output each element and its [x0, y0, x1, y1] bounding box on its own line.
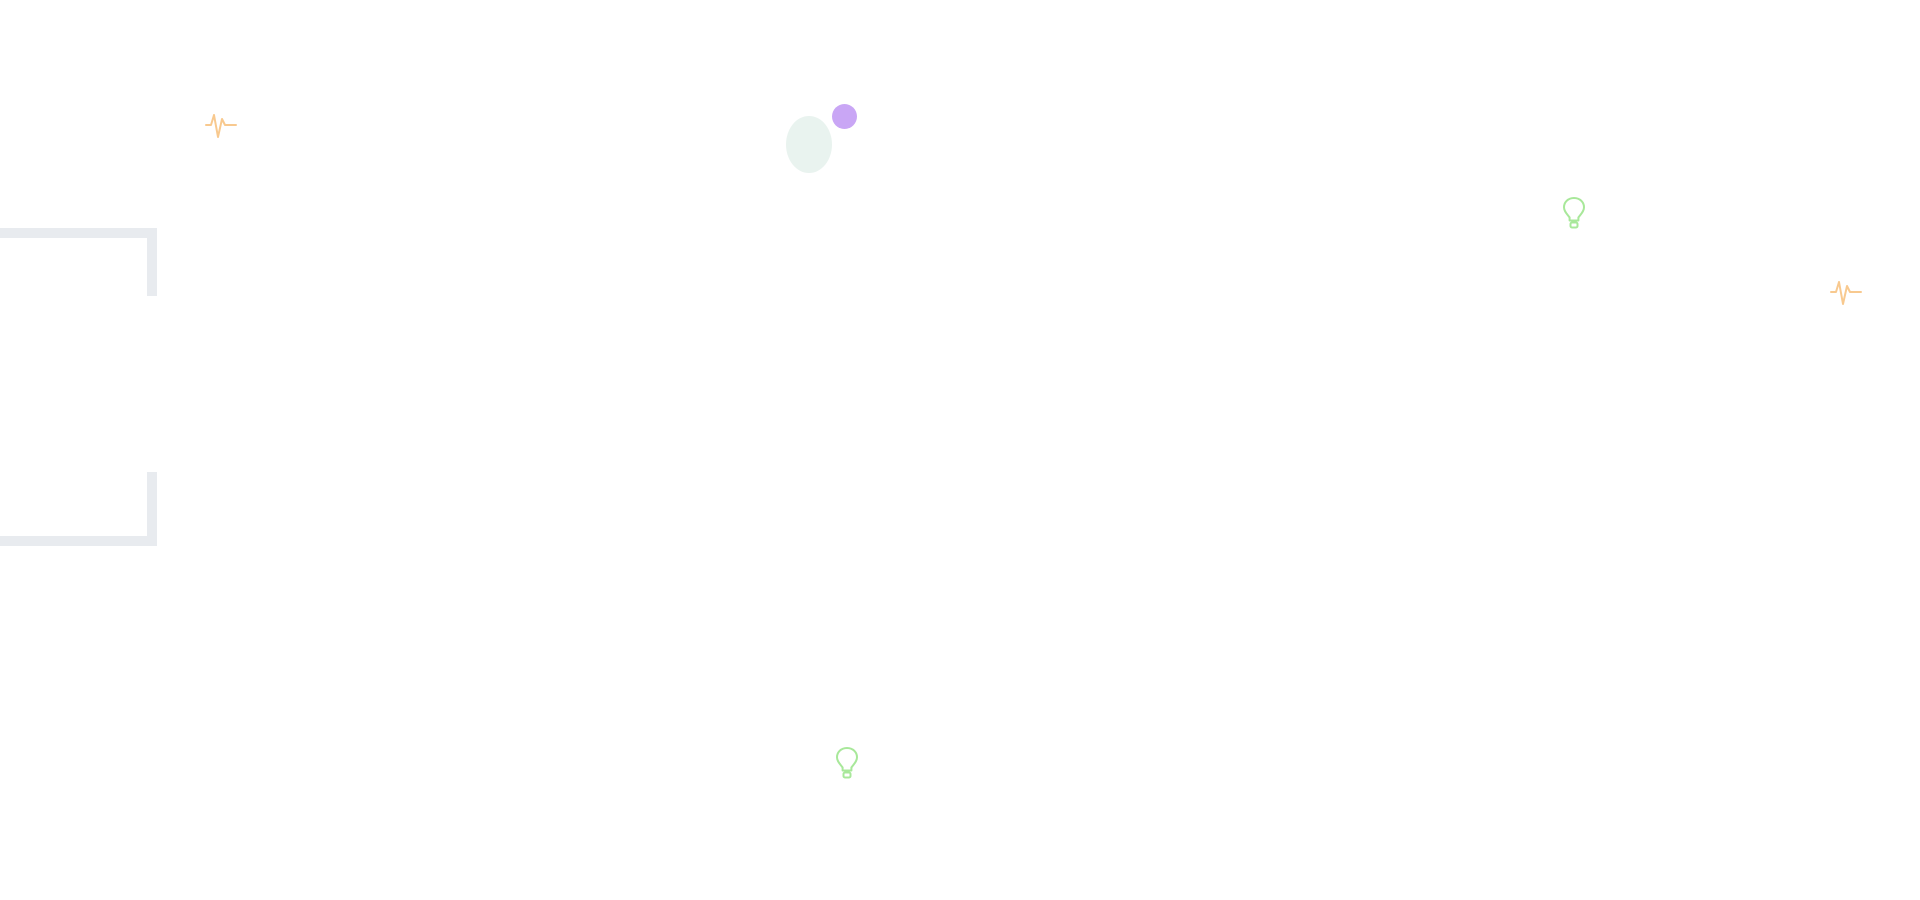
corner-bracket-bottom — [0, 472, 157, 546]
decorative-oval-blob — [786, 116, 832, 173]
decorative-purple-dot — [832, 104, 857, 129]
lightbulb-icon — [836, 747, 858, 779]
page-canvas — [0, 0, 1920, 900]
pulse-icon — [1830, 281, 1862, 305]
lightbulb-icon — [1563, 197, 1585, 229]
corner-bracket-top — [0, 228, 157, 296]
pulse-icon — [205, 114, 237, 138]
